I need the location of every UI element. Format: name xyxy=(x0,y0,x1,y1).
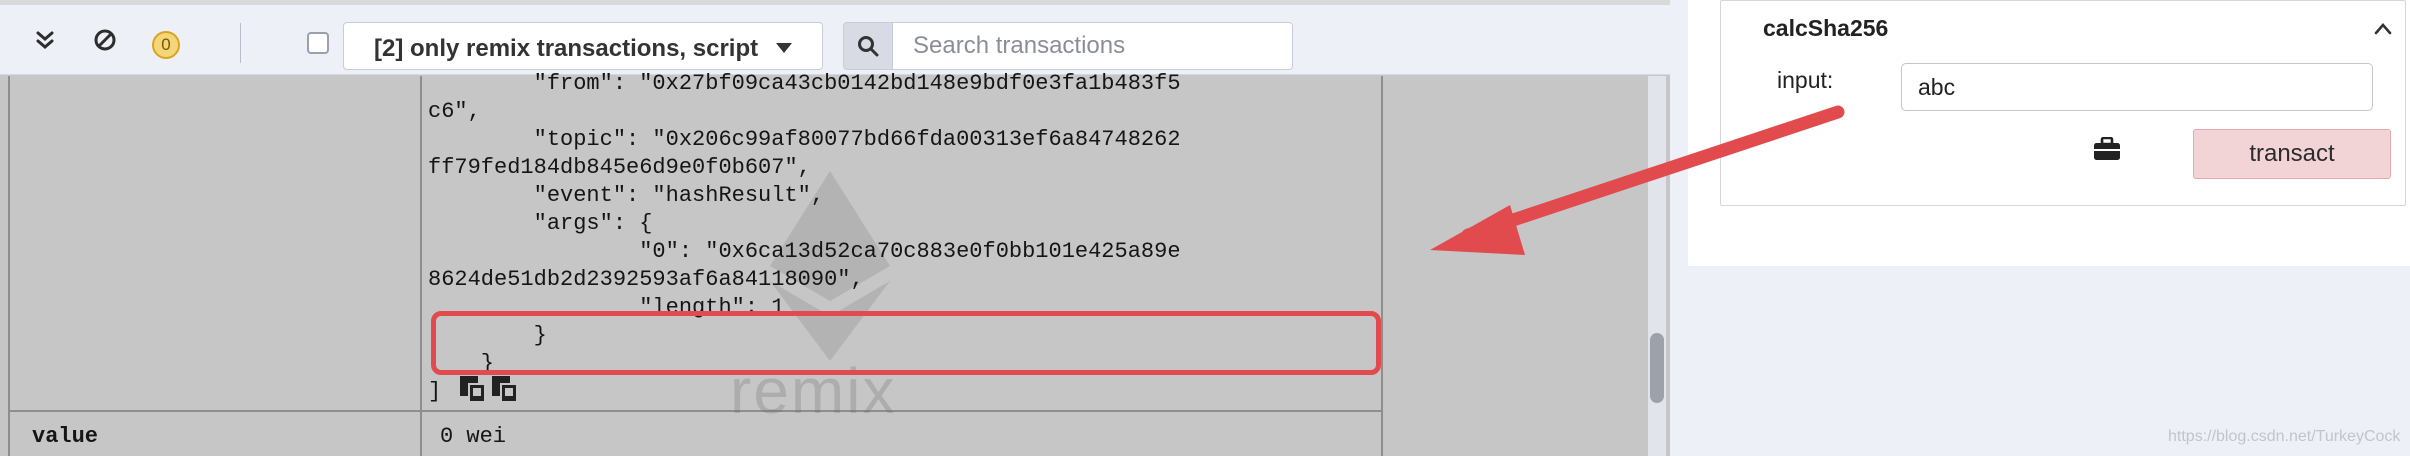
log-line-hash-result: 8624de51db2d2392593af6a84118090", xyxy=(428,267,864,292)
log-line: c6", xyxy=(428,99,481,124)
briefcase-icon[interactable] xyxy=(2093,137,2121,161)
filter-label: [2] only remix transactions, script xyxy=(374,35,759,62)
transaction-filter-dropdown[interactable]: [2] only remix transactions, script xyxy=(343,22,823,70)
terminal-toolbar: 0 [2] only remix transactions, script xyxy=(0,5,1670,75)
log-line: "topic": "0x206c99af80077bd66fda00313ef6… xyxy=(428,127,1181,152)
deployed-contract-panel: calcSha256 input: transact xyxy=(1688,0,2410,266)
pending-transactions-badge[interactable]: 0 xyxy=(152,31,180,59)
log-line: ff79fed184db845e6d9e0f0b607", xyxy=(428,155,811,180)
source-credit: https://blog.csdn.net/TurkeyCock xyxy=(2168,428,2401,445)
log-line: ] xyxy=(428,379,442,404)
log-line: "from": "0x27bf09ca43cb0142bd148e9bdf0e3… xyxy=(428,71,1181,96)
function-input-field[interactable] xyxy=(1901,63,2373,111)
log-line-hash-result: "0": "0x6ca13d52ca70c883e0f0bb101e425a89… xyxy=(428,239,1181,264)
search-button[interactable] xyxy=(843,22,893,70)
copy-icon[interactable] xyxy=(492,376,518,403)
row-divider xyxy=(10,410,1381,412)
copy-buttons xyxy=(460,376,518,403)
input-label: input: xyxy=(1777,67,1834,93)
transact-button[interactable]: transact xyxy=(2193,129,2391,179)
row-value-wei: 0 wei xyxy=(440,424,507,449)
caret-down-icon xyxy=(776,43,792,53)
toolbar-separator xyxy=(240,23,241,63)
remix-ide-screenshot: 0 [2] only remix transactions, script re xyxy=(0,0,2410,456)
search-icon xyxy=(858,36,879,57)
log-line: "event": "hashResult", xyxy=(428,183,825,208)
copy-icon[interactable] xyxy=(460,376,486,403)
column-divider xyxy=(420,76,422,456)
search-transactions-input[interactable] xyxy=(893,22,1293,70)
transaction-details-table: remix "from": "0x27bf09ca43cb0142bd148e9… xyxy=(8,71,1383,456)
double-chevron-down-icon[interactable] xyxy=(30,25,60,55)
hash-highlight-box xyxy=(431,311,1381,375)
scrollbar-thumb[interactable] xyxy=(1650,333,1664,403)
function-card: calcSha256 input: transact xyxy=(1720,0,2406,206)
function-title: calcSha256 xyxy=(1763,15,1889,41)
terminal-output: remix "from": "0x27bf09ca43cb0142bd148e9… xyxy=(0,71,1670,456)
log-line: "args": { xyxy=(428,211,653,236)
listen-network-checkbox[interactable] xyxy=(307,32,329,54)
terminal-panel: 0 [2] only remix transactions, script re xyxy=(0,0,1670,456)
clear-console-icon[interactable] xyxy=(90,25,120,55)
chevron-up-icon[interactable] xyxy=(2373,19,2393,39)
row-key-value: value xyxy=(32,424,99,449)
